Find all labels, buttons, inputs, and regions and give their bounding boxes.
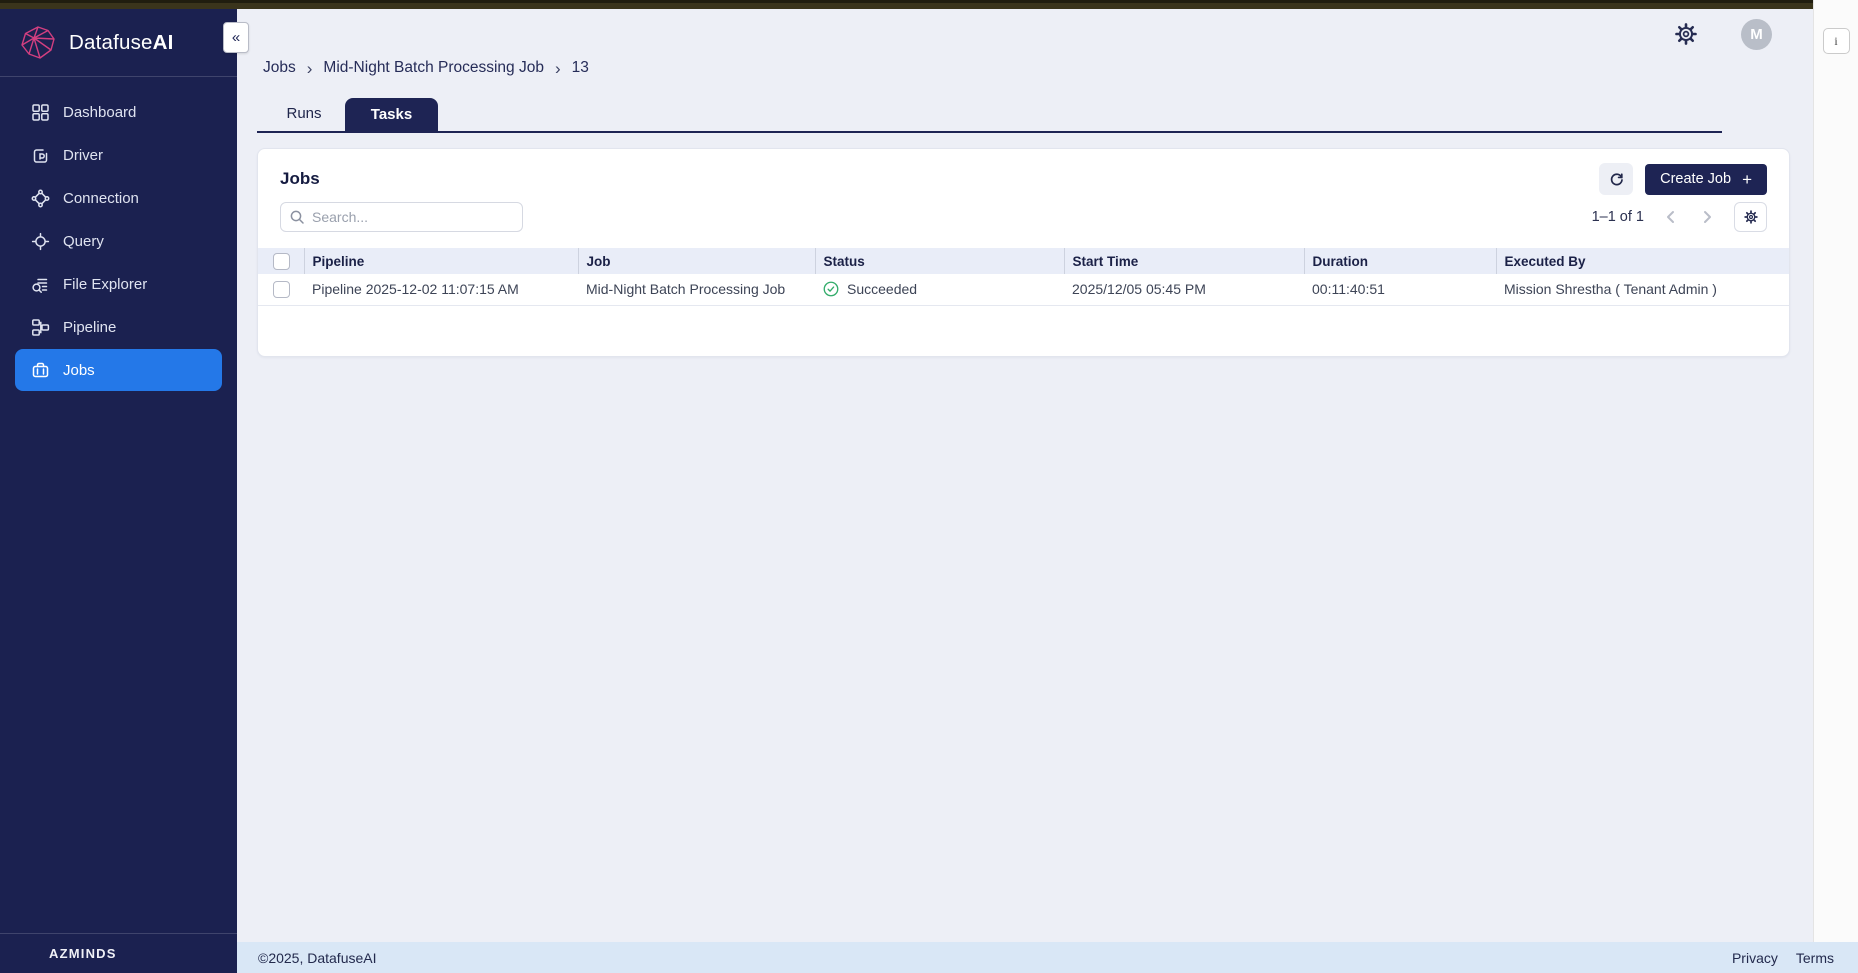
cell-pipeline: Pipeline 2025-12-02 11:07:15 AM bbox=[304, 274, 578, 305]
chevron-right-icon: › bbox=[555, 60, 561, 77]
sidebar-item-query[interactable]: Query bbox=[0, 220, 237, 263]
gear-icon bbox=[1673, 21, 1699, 47]
chevron-left-icon bbox=[1664, 209, 1678, 225]
user-avatar[interactable]: M bbox=[1741, 19, 1772, 50]
browser-side-rail: i bbox=[1813, 0, 1858, 942]
sidebar-item-label: Driver bbox=[63, 147, 103, 164]
pagination-range: 1–1 of 1 bbox=[1592, 209, 1644, 225]
datafuse-logo-icon bbox=[18, 25, 58, 61]
brand-name: DatafuseAI bbox=[69, 31, 174, 55]
create-job-label: Create Job bbox=[1660, 171, 1731, 187]
info-icon: i bbox=[1834, 34, 1837, 49]
sidebar-item-label: Dashboard bbox=[63, 104, 136, 121]
sidebar-item-label: Jobs bbox=[63, 362, 95, 379]
collapse-icon: « bbox=[232, 29, 240, 46]
jobs-table: Pipeline Job Status Start Time Duration … bbox=[258, 248, 1789, 306]
cell-duration: 00:11:40:51 bbox=[1304, 274, 1496, 305]
privacy-link[interactable]: Privacy bbox=[1732, 950, 1778, 966]
jobs-panel: Jobs Create Job + 1–1 of 1 bbox=[257, 148, 1790, 357]
column-header-job: Job bbox=[578, 248, 815, 274]
success-check-icon bbox=[823, 281, 839, 297]
pipeline-icon bbox=[31, 318, 50, 337]
cell-executed-by: Mission Shrestha ( Tenant Admin ) bbox=[1496, 274, 1789, 305]
table-settings-button[interactable] bbox=[1734, 202, 1767, 232]
status-badge: Succeeded bbox=[823, 281, 1064, 297]
sidebar-item-jobs[interactable]: Jobs bbox=[15, 349, 222, 391]
tab-bar: Runs Tasks bbox=[257, 97, 1722, 133]
footer: ©2025, DatafuseAI Privacy Terms bbox=[237, 942, 1858, 973]
sidebar-item-dashboard[interactable]: Dashboard bbox=[0, 91, 237, 134]
avatar-initial: M bbox=[1750, 26, 1763, 43]
column-header-executed-by: Executed By bbox=[1496, 248, 1789, 274]
select-all-checkbox[interactable] bbox=[273, 253, 290, 270]
sidebar-item-connection[interactable]: Connection bbox=[0, 177, 237, 220]
sidebar-item-file-explorer[interactable]: File Explorer bbox=[0, 263, 237, 306]
column-header-start-time: Start Time bbox=[1064, 248, 1304, 274]
tab-runs[interactable]: Runs bbox=[271, 105, 337, 131]
breadcrumb-run-id: 13 bbox=[572, 59, 589, 77]
breadcrumb: Jobs › Mid-Night Batch Processing Job › … bbox=[263, 59, 589, 77]
cell-start-time: 2025/12/05 05:45 PM bbox=[1064, 274, 1304, 305]
info-button[interactable]: i bbox=[1823, 28, 1850, 54]
chevron-right-icon: › bbox=[307, 60, 313, 77]
column-header-duration: Duration bbox=[1304, 248, 1496, 274]
sidebar-item-driver[interactable]: Driver bbox=[0, 134, 237, 177]
refresh-button[interactable] bbox=[1599, 163, 1633, 195]
row-checkbox[interactable] bbox=[273, 281, 290, 298]
connection-icon bbox=[31, 189, 50, 208]
dashboard-icon bbox=[31, 103, 50, 122]
browser-top-strip bbox=[0, 0, 1813, 9]
gear-icon bbox=[1743, 209, 1759, 225]
copyright-text: ©2025, DatafuseAI bbox=[258, 950, 377, 966]
status-text: Succeeded bbox=[847, 281, 917, 297]
column-header-pipeline: Pipeline bbox=[304, 248, 578, 274]
search-input[interactable] bbox=[280, 202, 523, 232]
terms-link[interactable]: Terms bbox=[1796, 950, 1834, 966]
breadcrumb-job-name[interactable]: Mid-Night Batch Processing Job bbox=[323, 59, 544, 77]
brand: DatafuseAI bbox=[0, 9, 237, 77]
driver-icon bbox=[31, 146, 50, 165]
sidebar: DatafuseAI Dashboard Driver Connection bbox=[0, 9, 237, 973]
pagination-next-button[interactable] bbox=[1698, 207, 1716, 227]
sidebar-item-label: Pipeline bbox=[63, 319, 116, 336]
create-job-button[interactable]: Create Job + bbox=[1645, 164, 1767, 195]
pagination-prev-button[interactable] bbox=[1662, 207, 1680, 227]
sidebar-item-label: Query bbox=[63, 233, 104, 250]
jobs-icon bbox=[31, 361, 50, 380]
refresh-icon bbox=[1608, 171, 1625, 188]
sidebar-item-label: File Explorer bbox=[63, 276, 147, 293]
plus-icon: + bbox=[1742, 171, 1752, 188]
column-header-status: Status bbox=[815, 248, 1064, 274]
sidebar-item-pipeline[interactable]: Pipeline bbox=[0, 306, 237, 349]
sidebar-collapse-button[interactable]: « bbox=[223, 22, 249, 53]
file-explorer-icon bbox=[31, 275, 50, 294]
query-icon bbox=[31, 232, 50, 251]
table-header-row: Pipeline Job Status Start Time Duration … bbox=[258, 248, 1789, 274]
sidebar-item-label: Connection bbox=[63, 190, 139, 207]
cell-job: Mid-Night Batch Processing Job bbox=[578, 274, 815, 305]
table-row[interactable]: Pipeline 2025-12-02 11:07:15 AM Mid-Nigh… bbox=[258, 274, 1789, 305]
search-icon bbox=[289, 209, 305, 225]
sidebar-nav: Dashboard Driver Connection Query bbox=[0, 77, 237, 933]
chevron-right-icon bbox=[1700, 209, 1714, 225]
breadcrumb-jobs[interactable]: Jobs bbox=[263, 59, 296, 77]
sidebar-footer-brand: AZMINDS bbox=[0, 933, 237, 973]
panel-title: Jobs bbox=[280, 169, 320, 189]
tab-tasks[interactable]: Tasks bbox=[345, 98, 438, 131]
settings-gear-button[interactable] bbox=[1673, 21, 1699, 47]
